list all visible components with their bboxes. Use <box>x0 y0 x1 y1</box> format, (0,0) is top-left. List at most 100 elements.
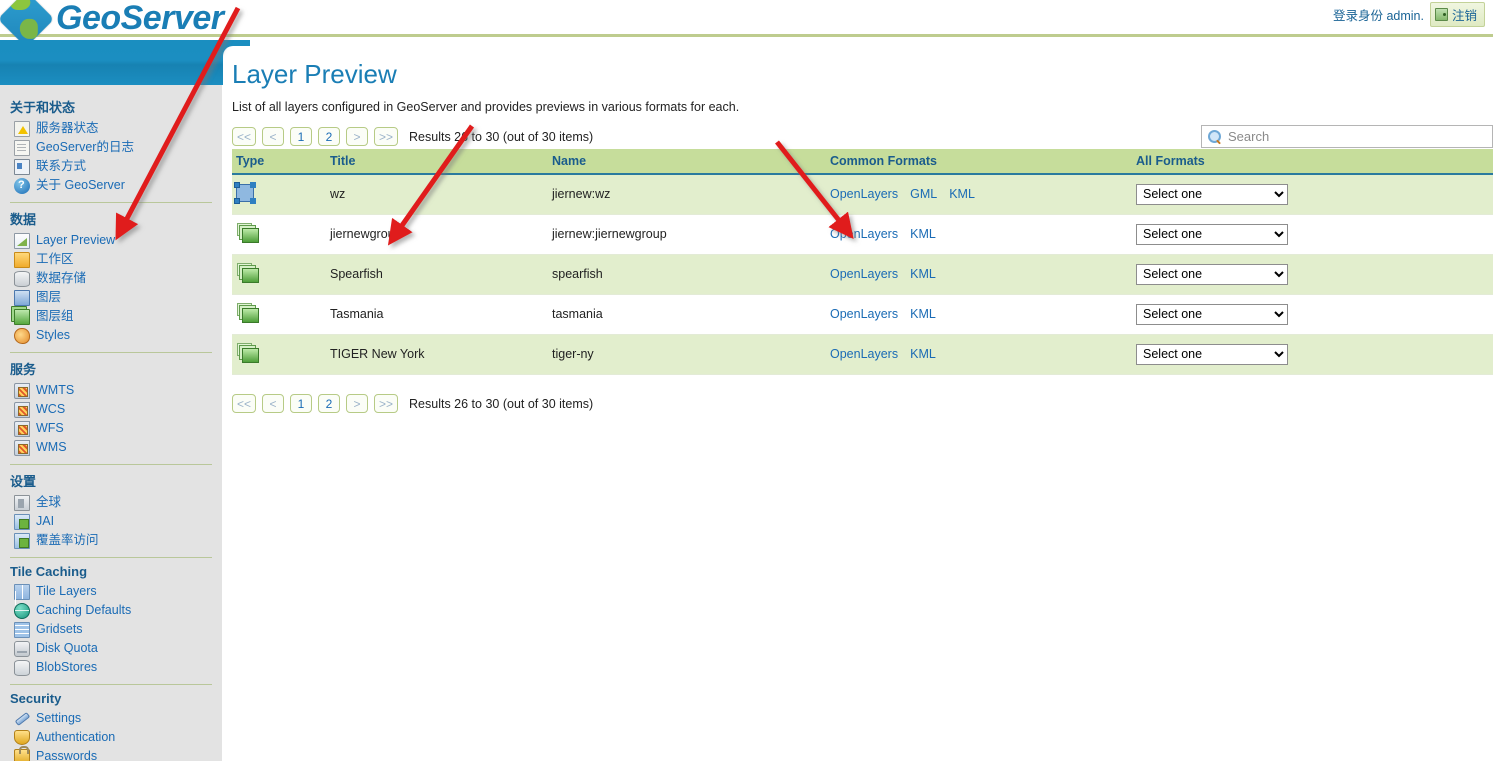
format-link-openlayers[interactable]: OpenLayers <box>830 267 898 281</box>
table-header: Type Title Name Common Formats All Forma… <box>232 149 1493 175</box>
sidebar-item-[interactable]: 服务器状态 <box>10 119 212 138</box>
cell-title: TIGER New York <box>330 334 552 375</box>
sidebar-item-wcs[interactable]: WCS <box>10 400 212 419</box>
logout-button[interactable]: 注销 <box>1429 2 1485 27</box>
datastore-icon <box>14 270 30 287</box>
sidebar-item-styles[interactable]: Styles <box>10 326 212 345</box>
sidebar-heading: Tile Caching <box>10 564 88 579</box>
cell-all-formats: Select one <box>1136 334 1493 375</box>
pagination-bottom-wrap: << < 1 2 > >> Results 26 to 30 (out of 3… <box>223 381 1493 413</box>
sidebar-heading: 服务 <box>10 362 37 377</box>
column-header-type[interactable]: Type <box>232 149 330 175</box>
sidebar-item-authentication[interactable]: Authentication <box>10 728 212 747</box>
format-link-kml[interactable]: KML <box>910 307 936 321</box>
sidebar-item-wfs[interactable]: WFS <box>10 419 212 438</box>
sidebar-item-jai[interactable]: JAI <box>10 512 212 531</box>
sidebar-item-label: 全球 <box>36 495 62 509</box>
pager-last-button[interactable]: >> <box>374 127 399 146</box>
sidebar-item-[interactable]: 图层 <box>10 288 212 307</box>
cell-name: jiernew:jiernewgroup <box>552 214 830 255</box>
geoserver-logo[interactable]: GeoServer <box>0 0 224 47</box>
sidebar-heading: 设置 <box>10 474 37 489</box>
column-header-all-formats: All Formats <box>1136 149 1493 175</box>
pager-page-1-button-bottom[interactable]: 1 <box>290 394 313 413</box>
sidebar-item-layer-preview[interactable]: Layer Preview <box>10 231 212 250</box>
sidebar-item-blobstores[interactable]: BlobStores <box>10 658 212 677</box>
all-formats-select[interactable]: Select one <box>1136 183 1288 205</box>
palette-icon <box>14 327 30 344</box>
sidebar-item-[interactable]: 全球 <box>10 493 212 512</box>
contact-icon <box>14 158 30 175</box>
sidebar-item-label: GeoServer的日志 <box>36 140 134 154</box>
pager-prev-button[interactable]: < <box>262 127 285 146</box>
sidebar-item-passwords[interactable]: Passwords <box>10 745 212 761</box>
sidebar-item-geoserver[interactable]: GeoServer的日志 <box>10 138 212 157</box>
sidebar-item-label: JAI <box>36 514 55 528</box>
log-page-icon <box>14 139 30 156</box>
pager-prev-button-bottom[interactable]: < <box>262 394 285 413</box>
sidebar-item-geoserver[interactable]: 关于 GeoServer <box>10 176 212 195</box>
pager-page-2-button[interactable]: 2 <box>318 127 341 146</box>
gridsets-icon <box>14 621 30 638</box>
format-link-openlayers[interactable]: OpenLayers <box>830 187 898 201</box>
search-box[interactable] <box>1201 125 1493 148</box>
sidebar-item-[interactable]: 数据存储 <box>10 269 212 288</box>
all-formats-select[interactable]: Select one <box>1136 303 1288 325</box>
sidebar-item-settings[interactable]: Settings <box>10 709 212 728</box>
sidebar-item-label: 覆盖率访问 <box>36 533 99 547</box>
sidebar-item-label: 数据存储 <box>36 271 87 285</box>
lock-icon <box>14 745 30 761</box>
sidebar-item-caching-defaults[interactable]: Caching Defaults <box>10 601 212 620</box>
sidebar-item-[interactable]: 覆盖率访问 <box>10 531 212 550</box>
sidebar-item-gridsets[interactable]: Gridsets <box>10 620 212 639</box>
service-icon <box>14 439 30 456</box>
column-header-name[interactable]: Name <box>552 149 830 175</box>
format-link-openlayers[interactable]: OpenLayers <box>830 307 898 321</box>
all-formats-select[interactable]: Select one <box>1136 223 1288 245</box>
sidebar-item-tile-layers[interactable]: Tile Layers <box>10 582 212 601</box>
sidebar-group-2: 服务 WMTS WCS WFS WMS <box>10 355 212 457</box>
pager-page-2-button-bottom[interactable]: 2 <box>318 394 341 413</box>
pagination-bottom: << < 1 2 > >> Results 26 to 30 (out of 3… <box>223 394 1493 413</box>
sidebar-item-disk-quota[interactable]: Disk Quota <box>10 639 212 658</box>
sidebar-item-[interactable]: 联系方式 <box>10 157 212 176</box>
sidebar-item-wmts[interactable]: WMTS <box>10 381 212 400</box>
table-body: wz jiernew:wz OpenLayers GML KML Select one ji… <box>232 174 1493 375</box>
sidebar-group-1: 数据 Layer Preview 工作区 数据存储 图层 图层组 Styles <box>10 205 212 345</box>
format-link-kml[interactable]: KML <box>949 187 975 201</box>
column-header-title[interactable]: Title <box>330 149 552 175</box>
search-input[interactable] <box>1226 128 1476 145</box>
format-link-gml[interactable]: GML <box>910 187 937 201</box>
server-status-icon <box>14 120 30 137</box>
shield-icon <box>14 730 30 745</box>
pager-next-button-bottom[interactable]: > <box>346 394 369 413</box>
content-panel: Layer Preview List of all layers configu… <box>223 46 1493 761</box>
format-link-kml[interactable]: KML <box>910 267 936 281</box>
service-icon <box>14 401 30 418</box>
logout-door-icon <box>1434 8 1448 21</box>
wrench-icon <box>14 711 30 727</box>
pager-next-button[interactable]: > <box>346 127 369 146</box>
format-link-openlayers[interactable]: OpenLayers <box>830 347 898 361</box>
format-link-kml[interactable]: KML <box>910 227 936 241</box>
sidebar-divider <box>10 464 212 465</box>
all-formats-select[interactable]: Select one <box>1136 343 1288 365</box>
disk-quota-icon <box>14 640 30 657</box>
pager-first-button-bottom[interactable]: << <box>232 394 257 413</box>
pager-last-button-bottom[interactable]: >> <box>374 394 399 413</box>
sidebar-item-label: WMTS <box>36 383 75 397</box>
sidebar-item-[interactable]: 图层组 <box>10 307 212 326</box>
table-row: Tasmania tasmania OpenLayers KML Select one <box>232 294 1493 335</box>
sidebar-item-label: Authentication <box>36 730 116 744</box>
pager-first-button[interactable]: << <box>232 127 257 146</box>
format-link-openlayers[interactable]: OpenLayers <box>830 227 898 241</box>
login-status-text: 登录身份 admin. <box>1332 9 1424 23</box>
pager-page-1-button[interactable]: 1 <box>290 127 313 146</box>
sidebar-item-label: Gridsets <box>36 622 83 636</box>
format-link-kml[interactable]: KML <box>910 347 936 361</box>
sidebar-divider <box>10 557 212 558</box>
sidebar-item-[interactable]: 工作区 <box>10 250 212 269</box>
sidebar-heading: Security <box>10 691 62 706</box>
all-formats-select[interactable]: Select one <box>1136 263 1288 285</box>
sidebar-item-wms[interactable]: WMS <box>10 438 212 457</box>
